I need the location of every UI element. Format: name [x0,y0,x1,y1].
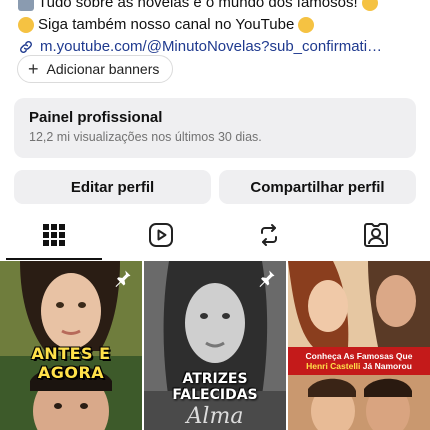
posts-grid: ANTES E AGORA Alma ATRIZES FALECIDAS Con… [0,261,430,430]
panel-title: Painel profissional [29,109,163,126]
profile-bio: Tudo sobre as novelas e o mundo dos famo… [18,0,418,58]
star-emoji-icon [361,0,378,11]
post-3-caption-line1: Conheça As Famosas Que [305,351,413,361]
profile-tabs [0,210,430,260]
pin-icon-2 [259,270,275,287]
link-icon [20,41,32,53]
bio-text-2: Siga também nosso canal no YouTube [38,16,295,33]
post-3-caption-line2: Já Namorou [362,361,412,371]
tab-tagged[interactable] [323,210,430,260]
post-3-image [288,261,430,430]
share-profile-button[interactable]: Compartilhar perfil [219,170,416,204]
plus-icon: + [28,59,39,79]
tagged-icon [364,223,389,247]
post-thumbnail-2[interactable]: Alma ATRIZES FALECIDAS [144,261,286,430]
pin-icon [115,270,131,287]
post-3-caption-banner: Conheça As Famosas Que Henri Castelli Já… [288,347,430,375]
tab-posts-grid[interactable] [0,210,108,260]
grid-icon [42,224,65,246]
pointing-down-emoji-icon [18,17,34,33]
add-banners-label: Adicionar banners [46,61,160,77]
post-thumbnail-3[interactable]: Conheça As Famosas Que Henri Castelli Já… [288,261,430,430]
tab-reels[interactable] [108,210,216,260]
reels-icon [149,223,174,247]
post-thumbnail-1[interactable]: ANTES E AGORA [0,261,142,430]
add-banners-button[interactable]: + Adicionar banners [17,55,174,83]
edit-profile-button[interactable]: Editar perfil [14,170,211,204]
tv-emoji-icon [18,0,34,11]
bio-line-1: Tudo sobre as novelas e o mundo dos famo… [18,0,418,14]
professional-dashboard[interactable]: Painel profissional 12,2 mi visualizaçõe… [14,98,416,158]
post-3-caption-highlight: Henri Castelli [306,361,361,371]
bio-text-1: Tudo sobre as novelas e o mundo dos famo… [38,0,358,11]
bio-line-2: Siga também nosso canal no YouTube [18,14,418,36]
tab-reposts[interactable] [215,210,323,260]
post-2-script-text: Alma [185,404,244,429]
post-1-caption: ANTES E AGORA [31,344,111,382]
panel-subtitle: 12,2 mi visualizações nos últimos 30 dia… [29,130,262,144]
pointing-down-emoji-icon-2 [298,17,315,33]
repost-icon [260,224,277,246]
post-2-caption: ATRIZES FALECIDAS [172,371,258,403]
